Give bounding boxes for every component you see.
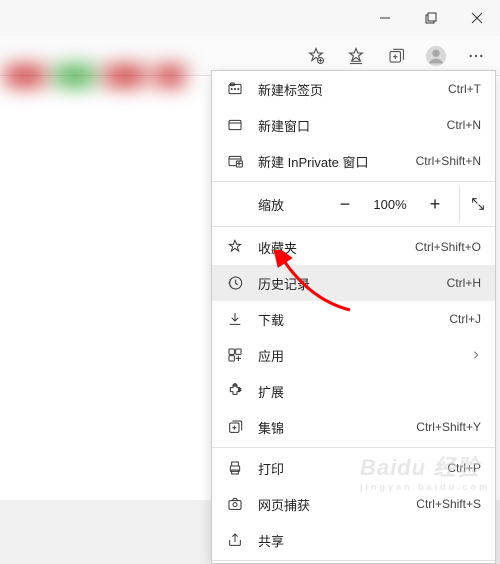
- window-titlebar: [0, 0, 500, 36]
- menu-label: 新建 InPrivate 窗口: [258, 152, 402, 171]
- history-icon: [226, 274, 244, 292]
- menu-new-tab[interactable]: 新建标签页 Ctrl+T: [212, 71, 495, 107]
- menu-collections[interactable]: 集锦 Ctrl+Shift+Y: [212, 409, 495, 445]
- maximize-button[interactable]: [408, 0, 454, 36]
- menu-shortcut: Ctrl+Shift+N: [416, 154, 481, 168]
- menu-label: 网页捕获: [258, 495, 402, 514]
- zoom-value: 100%: [369, 197, 411, 212]
- inprivate-icon: [226, 152, 244, 170]
- new-window-icon: [226, 116, 244, 134]
- extensions-icon: [226, 382, 244, 400]
- menu-label: 新建标签页: [258, 80, 434, 99]
- menu-label: 历史记录: [258, 274, 433, 293]
- separator: [212, 181, 495, 182]
- menu-shortcut: Ctrl+J: [449, 312, 481, 326]
- menu-label: 新建窗口: [258, 116, 433, 135]
- separator: [212, 447, 495, 448]
- menu-shortcut: Ctrl+Shift+S: [416, 497, 481, 511]
- zoom-in-button[interactable]: +: [417, 186, 453, 222]
- star-icon: [226, 238, 244, 256]
- chevron-right-icon: [471, 350, 481, 360]
- menu-history[interactable]: 历史记录 Ctrl+H: [212, 265, 495, 301]
- separator: [212, 226, 495, 227]
- menu-zoom: 缩放 − 100% +: [212, 184, 495, 224]
- menu-share[interactable]: 共享: [212, 522, 495, 558]
- separator: [212, 560, 495, 561]
- menu-label: 下载: [258, 310, 435, 329]
- new-tab-icon: [226, 80, 244, 98]
- fullscreen-button[interactable]: [459, 186, 495, 222]
- more-icon[interactable]: [456, 38, 496, 74]
- collections-icon[interactable]: [376, 38, 416, 74]
- zoom-label: 缩放: [258, 195, 321, 214]
- menu-shortcut: Ctrl+H: [447, 276, 481, 290]
- menu-favorites[interactable]: 收藏夹 Ctrl+Shift+O: [212, 229, 495, 265]
- apps-icon: [226, 346, 244, 364]
- menu-shortcut: Ctrl+N: [447, 118, 481, 132]
- menu-extensions[interactable]: 扩展: [212, 373, 495, 409]
- menu-label: 共享: [258, 531, 481, 550]
- print-icon: [226, 459, 244, 477]
- close-button[interactable]: [454, 0, 500, 36]
- profile-icon[interactable]: [416, 38, 456, 74]
- zoom-out-button[interactable]: −: [327, 186, 363, 222]
- capture-icon: [226, 495, 244, 513]
- download-icon: [226, 310, 244, 328]
- blurred-content: [0, 36, 200, 116]
- menu-apps[interactable]: 应用: [212, 337, 495, 373]
- collections-menu-icon: [226, 418, 244, 436]
- menu-label: 应用: [258, 346, 457, 365]
- menu-label: 收藏夹: [258, 238, 401, 257]
- menu-label: 集锦: [258, 418, 402, 437]
- menu-downloads[interactable]: 下载 Ctrl+J: [212, 301, 495, 337]
- star-add-icon[interactable]: [296, 38, 336, 74]
- favorites-icon[interactable]: [336, 38, 376, 74]
- watermark: Baidu 经验 jingyan.baidu.com: [360, 450, 490, 492]
- menu-new-window[interactable]: 新建窗口 Ctrl+N: [212, 107, 495, 143]
- menu-label: 扩展: [258, 382, 481, 401]
- menu-shortcut: Ctrl+Shift+O: [415, 240, 481, 254]
- minimize-button[interactable]: [362, 0, 408, 36]
- share-icon: [226, 531, 244, 549]
- menu-shortcut: Ctrl+T: [448, 82, 481, 96]
- menu-shortcut: Ctrl+Shift+Y: [416, 420, 481, 434]
- menu-new-inprivate[interactable]: 新建 InPrivate 窗口 Ctrl+Shift+N: [212, 143, 495, 179]
